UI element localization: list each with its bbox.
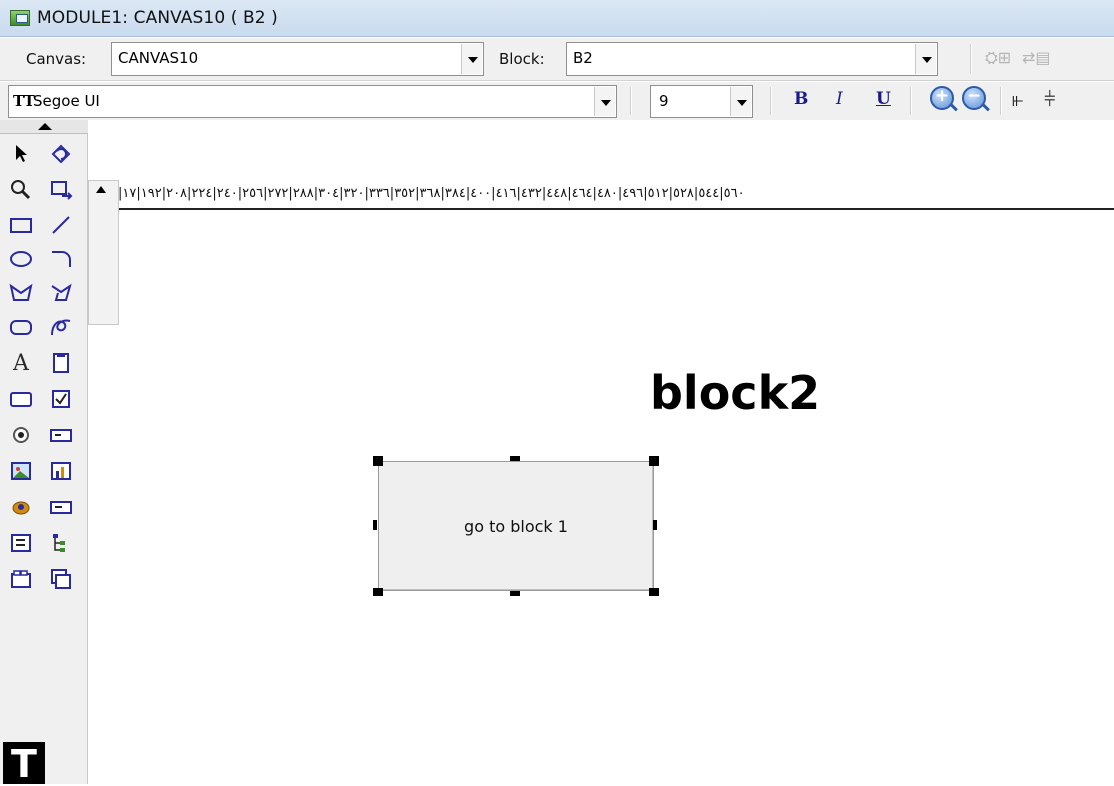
font-family-value: Segoe UI xyxy=(33,92,100,110)
toolbar-divider xyxy=(910,87,912,115)
canvas-select-value: CANVAS10 xyxy=(118,49,199,67)
text-tool-glyph: A xyxy=(13,350,29,376)
image-tool-icon[interactable] xyxy=(2,454,40,488)
polyline-tool-icon[interactable] xyxy=(42,276,80,310)
split-icon[interactable]: ⇄▤ xyxy=(1022,48,1051,67)
forms-builder-icon xyxy=(10,10,30,26)
toolbar-divider xyxy=(630,87,632,115)
stacked-canvas-tool-icon[interactable] xyxy=(42,562,80,596)
palette-scroll-up-icon[interactable] xyxy=(0,120,88,134)
rectangle-tool-icon[interactable] xyxy=(2,208,40,242)
align-center-icon[interactable]: ⫩ xyxy=(1044,87,1055,111)
line-tool-icon[interactable] xyxy=(42,208,80,242)
selection-handle[interactable] xyxy=(373,520,377,530)
ruler-scroll-up-icon[interactable] xyxy=(96,186,106,193)
arc-tool-icon[interactable] xyxy=(42,242,80,276)
tab-canvas-tool-icon[interactable] xyxy=(2,562,40,596)
vertical-scrollbar[interactable] xyxy=(88,180,119,325)
ruler-labels: |٥٦٠|٥٤٤|٥٢٨|٥١٢|٤٩٦|٤٨٠|٤٦٤|٤٤٨|٤٣٢|٤١٦… xyxy=(118,186,745,201)
canvas-block-toolbar: Canvas: CANVAS10 Block: B2 ⛭⊞ ⇄▤ xyxy=(0,38,1114,81)
font-family-select[interactable]: TT Segoe UI xyxy=(8,85,617,118)
chevron-down-icon[interactable] xyxy=(915,44,936,74)
sound-tool-icon[interactable] xyxy=(2,490,40,524)
underline-button[interactable]: U xyxy=(876,89,891,109)
frame-tool-icon[interactable] xyxy=(42,346,80,380)
selection-handle[interactable] xyxy=(373,456,383,466)
display-item-tool-icon[interactable] xyxy=(42,490,80,524)
truetype-font-icon: TT xyxy=(13,92,35,110)
align-left-icon[interactable]: ⫦ xyxy=(1012,87,1023,111)
window-title: MODULE1: CANVAS10 ( B2 ) xyxy=(37,8,278,28)
zoom-out-icon[interactable]: − xyxy=(962,86,986,110)
rounded-rectangle-tool-icon[interactable] xyxy=(2,310,40,344)
font-toolbar: TT Segoe UI 9 B I U + − ⫦ ⫩ xyxy=(0,82,1114,120)
text-item-large-icon[interactable]: T xyxy=(3,742,45,786)
bold-button[interactable]: B xyxy=(794,89,808,109)
selection-handle[interactable] xyxy=(653,520,657,530)
toolbar-divider xyxy=(1000,87,1002,115)
selection-handle[interactable] xyxy=(510,591,520,596)
toolbar-divider xyxy=(770,87,772,115)
hierarchical-tree-tool-icon[interactable] xyxy=(42,526,80,560)
selection-handle[interactable] xyxy=(510,456,520,461)
title-bar: MODULE1: CANVAS10 ( B2 ) xyxy=(0,0,1114,37)
checkbox-tool-icon[interactable] xyxy=(42,382,80,416)
translate-icon[interactable]: ⛭⊞ xyxy=(985,48,1011,68)
text-tool-icon[interactable]: A xyxy=(2,346,40,380)
button-tool-icon[interactable] xyxy=(2,382,40,416)
ellipse-tool-icon[interactable] xyxy=(2,242,40,276)
radio-button-tool-icon[interactable] xyxy=(2,418,40,452)
toolbar-divider xyxy=(970,44,972,74)
reshape-tool-icon[interactable] xyxy=(42,172,80,206)
go-to-block1-button[interactable]: go to block 1 xyxy=(378,461,654,591)
font-size-select[interactable]: 9 xyxy=(650,85,753,118)
zoom-in-icon[interactable]: + xyxy=(930,86,954,110)
layout-tool-palette: A T xyxy=(0,120,88,786)
canvas-label: Canvas: xyxy=(26,50,87,68)
canvas-select[interactable]: CANVAS10 xyxy=(111,42,484,76)
block-select-value: B2 xyxy=(573,49,593,67)
list-item-tool-icon[interactable] xyxy=(2,526,40,560)
block-select[interactable]: B2 xyxy=(566,42,938,76)
polygon-tool-icon[interactable] xyxy=(2,276,40,310)
text-item-tool-icon[interactable] xyxy=(42,418,80,452)
chevron-down-icon[interactable] xyxy=(594,87,615,116)
rotate-tool-icon[interactable] xyxy=(42,136,80,170)
font-size-value: 9 xyxy=(659,92,669,110)
freehand-tool-icon[interactable] xyxy=(42,310,80,344)
selection-handle[interactable] xyxy=(649,588,659,596)
selection-handle[interactable] xyxy=(373,588,383,596)
italic-button[interactable]: I xyxy=(836,89,843,109)
block-title-text[interactable]: block2 xyxy=(650,366,820,420)
selection-handle[interactable] xyxy=(649,456,659,466)
block-label: Block: xyxy=(499,50,545,68)
go-to-block1-label: go to block 1 xyxy=(464,516,568,536)
magnify-tool-icon[interactable] xyxy=(2,172,40,206)
select-tool-icon[interactable] xyxy=(2,136,40,170)
chart-tool-icon[interactable] xyxy=(42,454,80,488)
chevron-down-icon[interactable] xyxy=(461,44,482,74)
chevron-down-icon[interactable] xyxy=(730,87,751,116)
